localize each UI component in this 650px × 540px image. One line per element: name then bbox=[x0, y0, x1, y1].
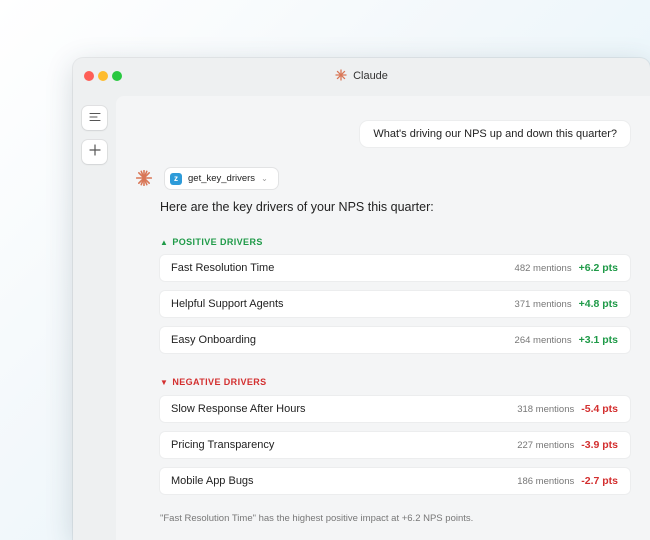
driver-row-positive: Fast Resolution Time 482 mentions +6.2 pt… bbox=[160, 255, 630, 281]
driver-impact: +6.2 pts bbox=[578, 262, 618, 274]
driver-name: Mobile App Bugs bbox=[171, 475, 254, 487]
driver-name: Easy Onboarding bbox=[171, 334, 256, 346]
tool-icon: z bbox=[170, 172, 182, 185]
driver-name: Helpful Support Agents bbox=[171, 298, 284, 310]
driver-name: Slow Response After Hours bbox=[171, 403, 306, 415]
claude-logo-icon bbox=[335, 69, 347, 84]
window-title-text: Claude bbox=[353, 70, 388, 82]
tool-call-chip[interactable]: z get_key_drivers ⌄ bbox=[165, 168, 278, 189]
app-window: Claude What's driving our NPS up and dow… bbox=[73, 58, 650, 540]
plus-icon bbox=[88, 143, 101, 161]
assistant-intro-text: Here are the key drivers of your NPS thi… bbox=[160, 200, 434, 214]
claude-avatar-icon bbox=[135, 169, 153, 191]
user-message: What's driving our NPS up and down this … bbox=[360, 121, 630, 147]
driver-mentions: 482 mentions bbox=[514, 263, 572, 274]
driver-row-negative: Mobile App Bugs 186 mentions -2.7 pts bbox=[160, 468, 630, 494]
driver-mentions: 264 mentions bbox=[514, 335, 572, 346]
chat-panel: What's driving our NPS up and down this … bbox=[116, 96, 650, 540]
tool-call-name: get_key_drivers bbox=[188, 173, 256, 184]
driver-name: Fast Resolution Time bbox=[171, 262, 275, 274]
menu-icon bbox=[88, 109, 101, 127]
driver-mentions: 186 mentions bbox=[517, 476, 575, 487]
driver-mentions: 371 mentions bbox=[514, 299, 572, 310]
driver-impact: -3.9 pts bbox=[581, 439, 618, 451]
driver-impact: +3.1 pts bbox=[578, 334, 618, 346]
driver-name: Pricing Transparency bbox=[171, 439, 275, 451]
triangle-up-icon: ▲ bbox=[160, 238, 169, 247]
title-bar: Claude bbox=[73, 58, 650, 94]
driver-row-positive: Helpful Support Agents 371 mentions +4.8 … bbox=[160, 291, 630, 317]
new-chat-button[interactable] bbox=[82, 140, 107, 164]
triangle-down-icon: ▼ bbox=[160, 378, 169, 387]
positive-drivers-heading: ▲ POSITIVE DRIVERS bbox=[160, 237, 263, 247]
driver-impact: +4.8 pts bbox=[578, 298, 618, 310]
driver-row-positive: Easy Onboarding 264 mentions +3.1 pts bbox=[160, 327, 630, 353]
summary-note: "Fast Resolution Time" has the highest p… bbox=[160, 513, 474, 524]
window-title: Claude bbox=[73, 69, 650, 84]
negative-drivers-heading: ▼ NEGATIVE DRIVERS bbox=[160, 377, 267, 387]
driver-impact: -2.7 pts bbox=[581, 475, 618, 487]
sidebar-toggle-button[interactable] bbox=[82, 106, 107, 130]
driver-impact: -5.4 pts bbox=[581, 403, 618, 415]
driver-row-negative: Slow Response After Hours 318 mentions -5… bbox=[160, 396, 630, 422]
chevron-down-icon: ⌄ bbox=[261, 174, 268, 183]
driver-row-negative: Pricing Transparency 227 mentions -3.9 pt… bbox=[160, 432, 630, 458]
driver-mentions: 318 mentions bbox=[517, 404, 575, 415]
driver-mentions: 227 mentions bbox=[517, 440, 575, 451]
